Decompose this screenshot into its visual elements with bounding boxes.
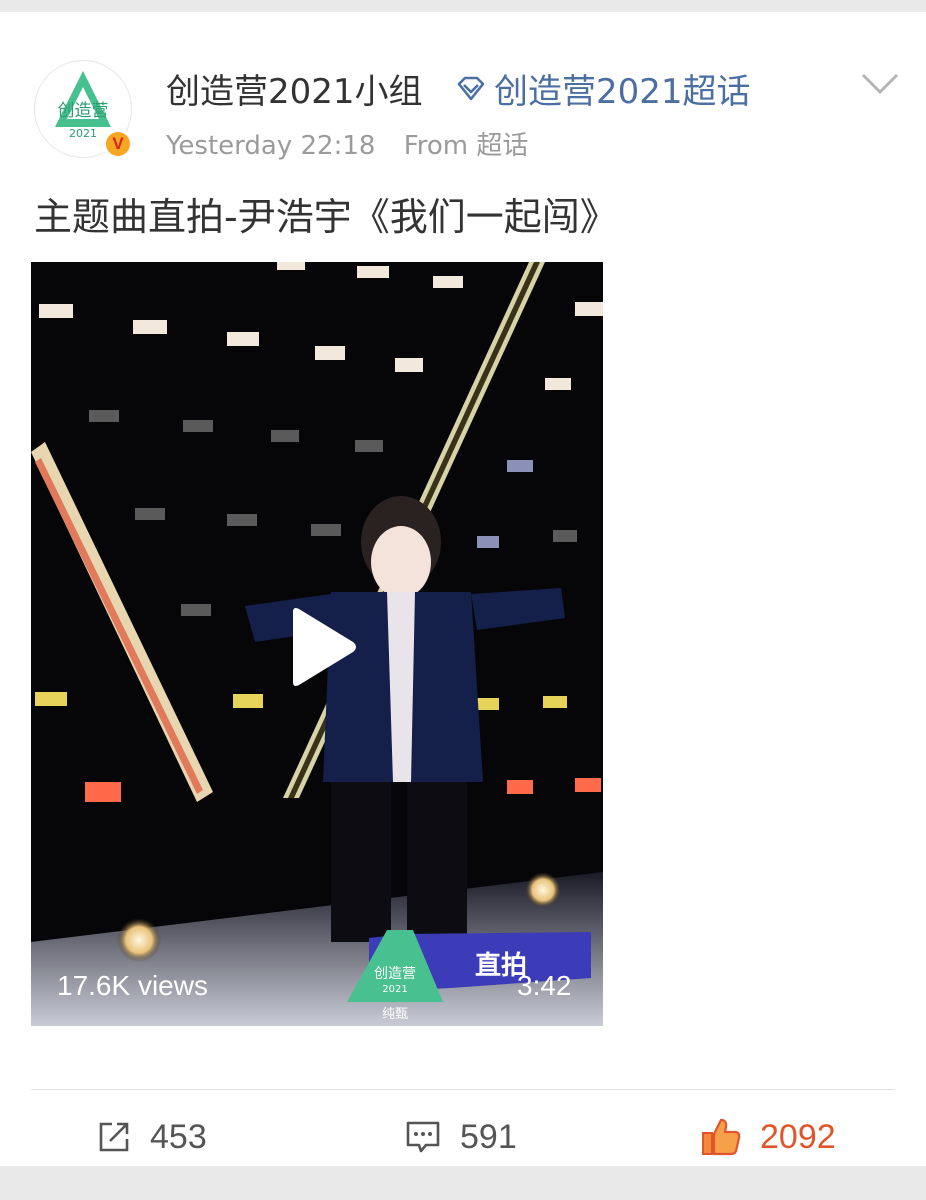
weibo-post-card: 创造营 2021 V 创造营2021小组 创造营2021超话 Yesterday…: [0, 12, 926, 1166]
share-icon: [99, 1122, 129, 1152]
repost-count: 453: [150, 1117, 207, 1156]
comment-icon: [406, 1121, 440, 1153]
avatar-logo-year: 2021: [69, 127, 97, 140]
super-topic-link[interactable]: 创造营2021超话: [454, 64, 751, 113]
chevron-down-icon[interactable]: [860, 68, 900, 98]
like-count: 2092: [760, 1117, 836, 1156]
post-time: Yesterday 22:18: [166, 131, 376, 161]
watermark-sponsor-text: 纯甄: [382, 1007, 408, 1022]
like-button[interactable]: 2092: [700, 1112, 836, 1162]
verified-v-icon: V: [103, 129, 133, 159]
super-topic-diamond-icon: [457, 76, 485, 100]
play-icon[interactable]: [287, 606, 359, 688]
post-meta: Yesterday 22:18 From 超话: [166, 125, 528, 162]
watermark-logo-text: 创造营: [374, 966, 416, 982]
post-text: 主题曲直拍-尹浩宇《我们一起闯》: [34, 195, 618, 239]
video-player[interactable]: 创造营 2021 纯甄 直拍 17.6K views 3:42: [31, 262, 603, 1026]
post-source: From 超话: [403, 131, 529, 161]
username[interactable]: 创造营2021小组: [166, 64, 423, 113]
repost-button[interactable]: 453: [96, 1112, 207, 1162]
view-count: 17.6K views: [57, 970, 208, 1001]
comment-button[interactable]: 591: [404, 1112, 517, 1162]
divider: [31, 1089, 895, 1090]
thumbs-up-icon: [702, 1118, 741, 1156]
watermark-logo-year: 2021: [382, 984, 407, 995]
comment-count: 591: [460, 1117, 517, 1156]
avatar-logo-text: 创造营: [58, 101, 109, 121]
video-duration: 3:42: [517, 970, 572, 1001]
super-topic-label: 创造营2021超话: [494, 72, 751, 112]
